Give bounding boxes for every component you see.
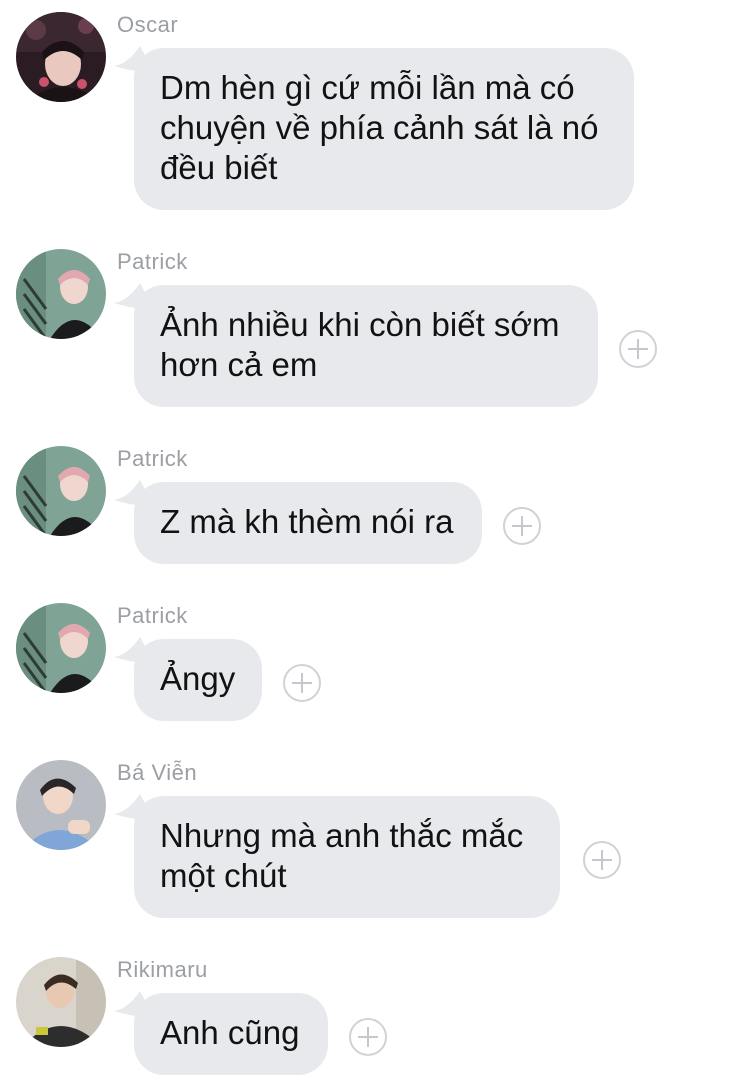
message-text: Anh cũng (160, 1014, 300, 1051)
message-bubble[interactable]: Z mà kh thèm nói ra (134, 482, 482, 564)
avatar[interactable] (16, 760, 106, 850)
add-reaction-button[interactable] (619, 330, 657, 368)
message-bubble[interactable]: Ảnh nhiều khi còn biết sớm hơn cả em (134, 285, 598, 407)
message-bubble[interactable]: Dm hèn gì cứ mỗi lần mà có chuyện về phí… (134, 48, 634, 210)
message-bubble[interactable]: Ảngy (134, 639, 262, 721)
message-row: Rikimaru Anh cũng (0, 957, 750, 1075)
add-reaction-button[interactable] (503, 507, 541, 545)
chat-thread: Oscar Dm hèn gì cứ mỗi lần mà có chuyện … (0, 0, 750, 1077)
sender-name: Patrick (117, 249, 188, 274)
sender-name: Patrick (117, 446, 188, 471)
add-reaction-button[interactable] (283, 664, 321, 702)
avatar[interactable] (16, 446, 106, 536)
message-text: Ảnh nhiều khi còn biết sớm hơn cả em (160, 306, 560, 383)
message-text: Z mà kh thèm nói ra (160, 503, 454, 540)
avatar[interactable] (16, 603, 106, 693)
message-bubble[interactable]: Nhưng mà anh thắc mắc một chút (134, 796, 560, 918)
message-bubble[interactable]: Anh cũng (134, 993, 328, 1075)
sender-name: Bá Viễn (117, 760, 198, 785)
message-row: Patrick Ảnh nhiều khi còn biết sớm hơn c… (0, 249, 750, 414)
message-text: Dm hèn gì cứ mỗi lần mà có chuyện về phí… (160, 69, 599, 186)
sender-name: Patrick (117, 603, 188, 628)
avatar[interactable] (16, 12, 106, 102)
add-reaction-button[interactable] (583, 841, 621, 879)
sender-name: Oscar (117, 12, 179, 37)
message-text: Ảngy (160, 660, 236, 697)
message-text: Nhưng mà anh thắc mắc một chút (160, 817, 524, 894)
message-row: Oscar Dm hèn gì cứ mỗi lần mà có chuyện … (0, 12, 750, 217)
message-row: Patrick Ảngy (0, 603, 750, 728)
message-row: Bá Viễn Nhưng mà anh thắc mắc một chút (0, 760, 750, 925)
sender-name: Rikimaru (117, 957, 208, 982)
avatar[interactable] (16, 957, 106, 1047)
message-row: Patrick Z mà kh thèm nói ra (0, 446, 750, 571)
avatar[interactable] (16, 249, 106, 339)
add-reaction-button[interactable] (349, 1018, 387, 1056)
